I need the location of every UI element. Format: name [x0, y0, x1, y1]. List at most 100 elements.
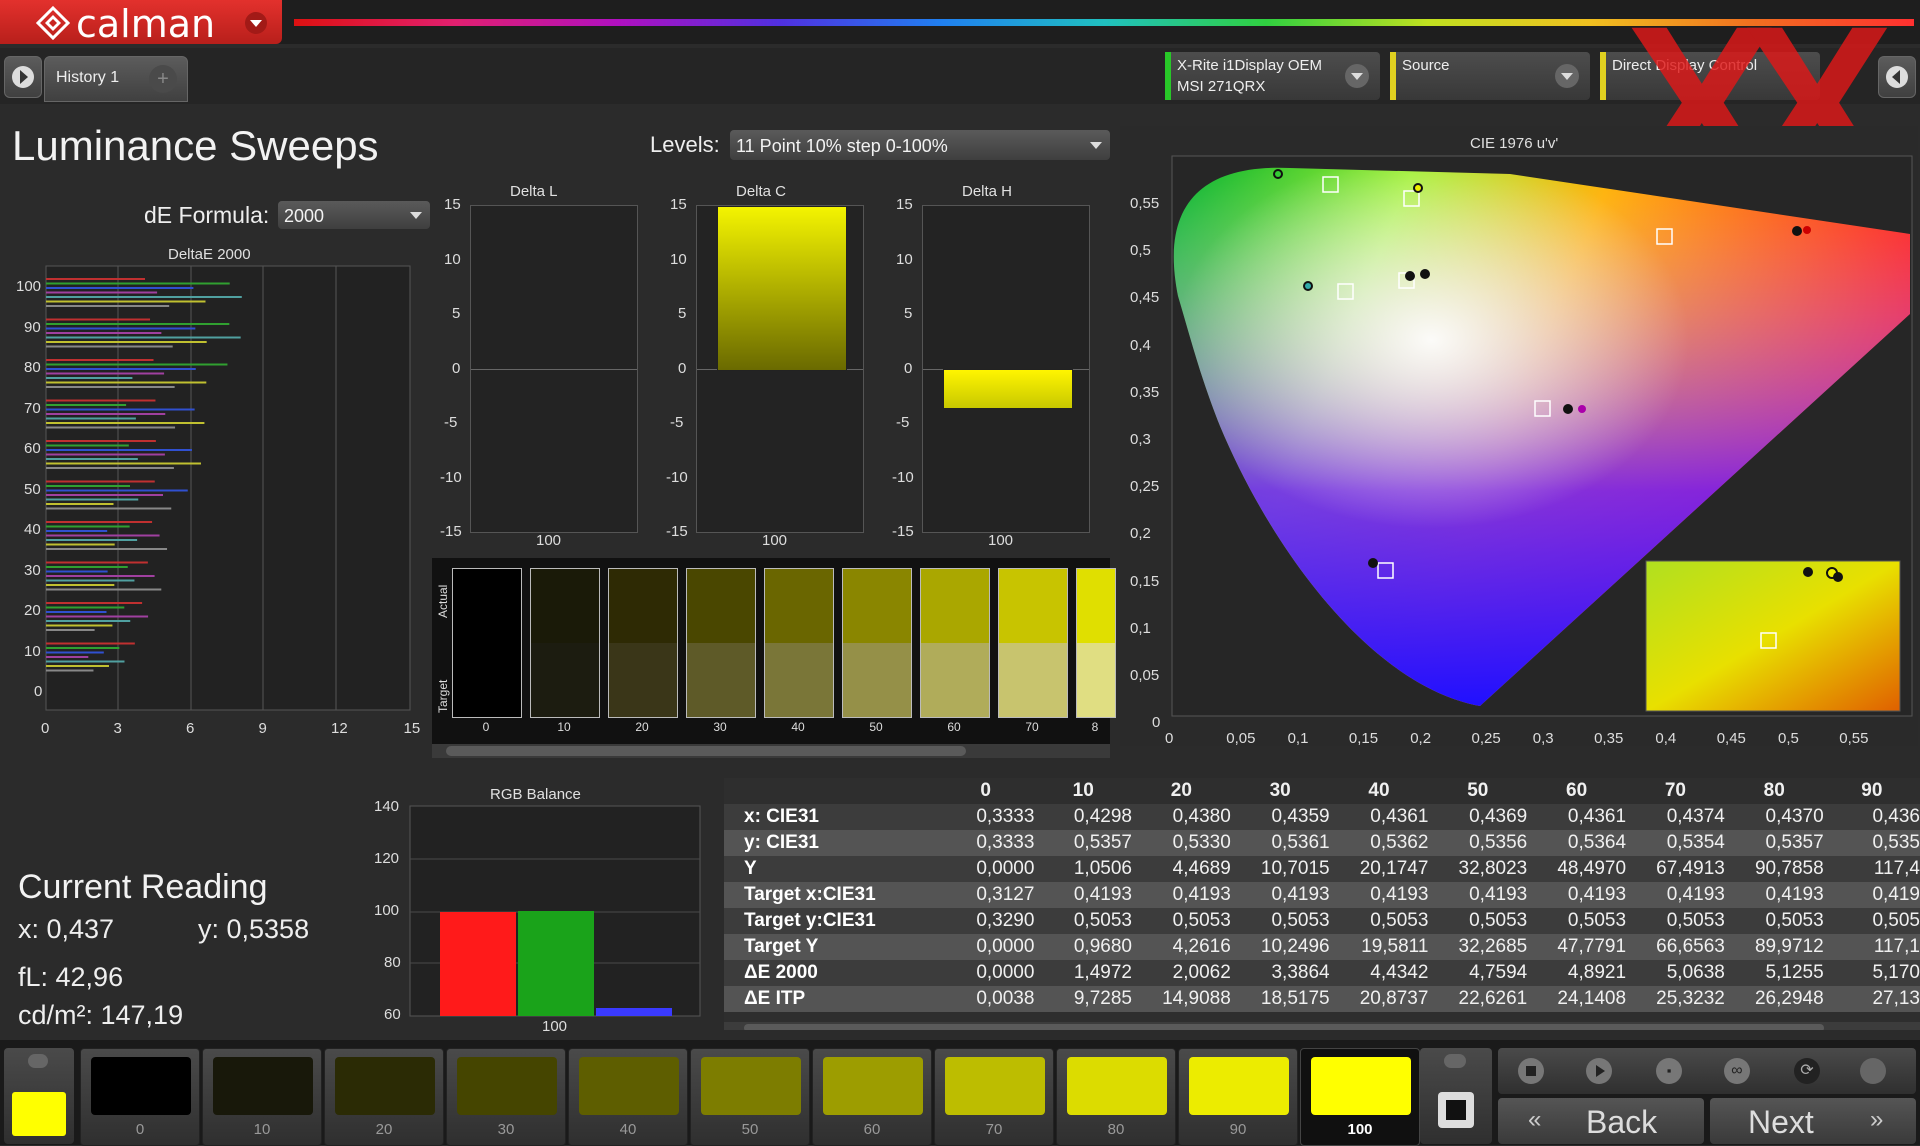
color-level-button[interactable]: 40 [568, 1048, 688, 1146]
table-header: 70 [1664, 780, 1686, 801]
actual-swatch [687, 569, 755, 643]
deltae-bar [46, 318, 151, 321]
deltae-bar [46, 543, 115, 546]
table-cell: 117,1 [1873, 936, 1920, 957]
deltae-bar [46, 480, 155, 483]
delta-ytick: 0 [678, 359, 687, 377]
table-cell: 0,0000 [976, 962, 1035, 983]
delta-ytick: 5 [678, 305, 687, 322]
table-scrollbar[interactable] [724, 1022, 1920, 1030]
swatch-label: 0 [482, 720, 490, 734]
rgb-balance-chart [409, 805, 701, 1017]
table-cell: 14,9088 [1162, 988, 1231, 1009]
deltae-bar [46, 584, 115, 586]
deltae-bar [46, 381, 207, 384]
meter-dropdown-button[interactable] [1345, 64, 1369, 88]
chevron-down-icon [250, 20, 262, 27]
color-level-button[interactable]: 20 [324, 1048, 444, 1146]
color-level-button[interactable]: 60 [812, 1048, 932, 1146]
logo-menu-button[interactable] [245, 12, 267, 34]
table-cell: 26,2948 [1754, 988, 1824, 1009]
color-level-button[interactable]: 70 [934, 1048, 1054, 1146]
table-cell: 4,2616 [1172, 936, 1231, 957]
source-device-meter[interactable]: X-Rite i1Display OEM MSI 271QRX [1165, 52, 1380, 100]
reading-cdm2: cd/m²: 147,19 [18, 1000, 184, 1030]
table-cell: 0,5357 [1073, 832, 1132, 853]
next-button[interactable]: Next » [1710, 1098, 1916, 1144]
plus-icon: + [157, 68, 169, 90]
back-button[interactable]: « Back [1498, 1098, 1704, 1144]
table-cell: 0,5330 [1172, 832, 1231, 853]
table-cell: 10,2496 [1260, 936, 1330, 957]
options-button[interactable] [1860, 1058, 1886, 1084]
nav-left-button[interactable] [4, 56, 42, 98]
source-dropdown-button[interactable] [1555, 64, 1579, 88]
deltae-ytick: 20 [24, 602, 41, 619]
table-cell: 0,5053 [1271, 910, 1330, 931]
refresh-button[interactable]: ⟳ [1794, 1058, 1820, 1084]
table-row-label: ΔE 2000 [744, 962, 818, 983]
swatch [1076, 568, 1116, 718]
source-selector[interactable]: Source [1390, 52, 1590, 100]
scrollbar-thumb[interactable] [446, 746, 966, 756]
color-level-label: 20 [375, 1121, 393, 1138]
current-color-swatch [12, 1092, 66, 1136]
table-cell: 0,419 [1872, 884, 1920, 905]
stop-button[interactable] [1518, 1058, 1544, 1084]
table-cell: 0,4361 [1567, 806, 1627, 827]
cie-chart [1171, 155, 1913, 717]
swatch-label: 60 [947, 720, 961, 734]
levels-value: 11 Point 10% step 0-100% [736, 136, 948, 156]
table-header-row: 0 10 20 30 40 50 60 70 80 90 [724, 778, 1920, 804]
table-cell: 0,4193 [1469, 884, 1528, 905]
color-level-button[interactable]: 10 [202, 1048, 322, 1146]
table-row-label: Y [744, 858, 757, 879]
tab-history-1[interactable]: History 1 + [44, 56, 188, 102]
chevron-down-icon [410, 212, 422, 219]
color-level-button[interactable]: 50 [690, 1048, 810, 1146]
table-cell: 5,170 [1872, 962, 1920, 983]
table-cell: 9,7285 [1073, 988, 1132, 1009]
table-cell: 0,4193 [1172, 884, 1231, 905]
table-cell: 0,0000 [976, 858, 1035, 879]
deltae-ytick: 50 [24, 480, 41, 498]
continuous-button[interactable]: ∞ [1724, 1058, 1750, 1084]
color-level-button[interactable]: 80 [1056, 1048, 1176, 1146]
stop-record-button[interactable] [1438, 1092, 1474, 1128]
page-title: Luminance Sweeps [12, 122, 379, 169]
single-measure-button[interactable]: ▪ [1656, 1058, 1682, 1084]
stop-icon [1526, 1066, 1536, 1076]
table-cell: 0,4359 [1271, 806, 1330, 827]
deltae-xtick: 15 [403, 720, 421, 737]
table-cell: 0,505 [1872, 910, 1920, 931]
table-cell: 4,4689 [1172, 858, 1231, 879]
deltae-bar [46, 467, 174, 469]
color-level-label: 70 [985, 1121, 1003, 1138]
play-button[interactable] [1586, 1058, 1612, 1084]
scrollbar-thumb[interactable] [744, 1024, 1824, 1030]
color-level-label: 40 [619, 1121, 637, 1138]
color-level-button[interactable]: 90 [1178, 1048, 1298, 1146]
calman-logo[interactable]: calman [0, 0, 282, 46]
current-color-preview [4, 1048, 74, 1144]
swatch [608, 568, 678, 718]
de-formula-dropdown[interactable]: 2000 [278, 201, 430, 229]
table-cell: 24,1408 [1557, 988, 1627, 1009]
color-level-button[interactable]: 30 [446, 1048, 566, 1146]
deltae-bar [46, 651, 104, 654]
table-row-label: Target y:CIE31 [744, 910, 876, 931]
add-tab-button[interactable]: + [149, 65, 177, 93]
nav-right-button[interactable] [1878, 56, 1916, 98]
color-level-button[interactable]: 0 [80, 1048, 200, 1146]
swatch-scrollbar[interactable] [432, 744, 1110, 758]
rgb-xlabel: 100 [542, 1018, 568, 1035]
color-level-button[interactable]: 100 [1300, 1048, 1420, 1146]
cie-ytick: 0,3 [1130, 431, 1151, 448]
display-name: MSI 271QRX [1177, 78, 1266, 95]
deltae-bar [46, 570, 108, 573]
rgb-bar-red [440, 912, 516, 1016]
levels-dropdown[interactable]: 11 Point 10% step 0-100% [730, 130, 1110, 160]
rgb-ytick: 100 [374, 902, 400, 919]
cie-ytick: 0,1 [1130, 619, 1151, 637]
rgb-ytick: 120 [374, 850, 400, 867]
